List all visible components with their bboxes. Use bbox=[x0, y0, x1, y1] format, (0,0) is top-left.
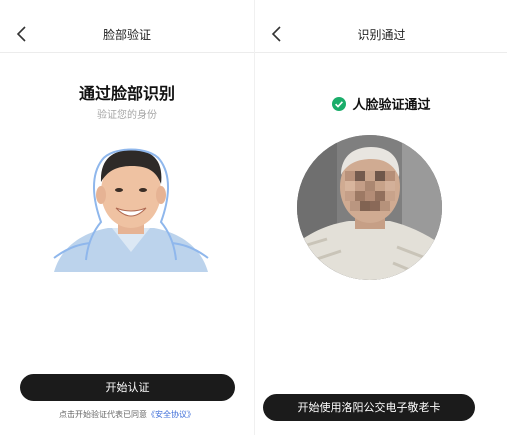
top-nav-bar: 脸部验证 bbox=[0, 18, 254, 53]
face-verification-screen: 脸部验证 通过脸部识别 验证您的身份 开始认证 点击开始验证代表已同意《安全协议… bbox=[0, 0, 254, 435]
verification-subheading: 验证您的身份 bbox=[97, 110, 157, 121]
captured-face-photo bbox=[297, 135, 442, 280]
agreement-notice: 点击开始验证代表已同意《安全协议》 bbox=[0, 409, 254, 420]
check-circle-icon bbox=[332, 97, 347, 111]
verification-passed-screen: 识别通过 人脸验证通过 开始使用洛阳公交电子敬老卡 bbox=[254, 0, 507, 435]
start-using-card-button[interactable]: 开始使用洛阳公交电子敬老卡 bbox=[263, 394, 475, 421]
top-nav-bar: 识别通过 bbox=[255, 18, 507, 53]
success-message: 人脸验证通过 bbox=[352, 98, 431, 113]
verification-heading: 通过脸部识别 bbox=[78, 84, 175, 103]
success-message-row: 人脸验证通过 bbox=[255, 94, 507, 113]
page-title: 脸部验证 bbox=[102, 28, 151, 42]
agreement-prefix: 点击开始验证代表已同意 bbox=[59, 410, 147, 419]
face-guide-image bbox=[46, 140, 216, 275]
security-agreement-link[interactable]: 《安全协议》 bbox=[147, 410, 195, 419]
start-verification-button[interactable]: 开始认证 bbox=[20, 374, 235, 401]
page-title: 识别通过 bbox=[357, 28, 406, 42]
